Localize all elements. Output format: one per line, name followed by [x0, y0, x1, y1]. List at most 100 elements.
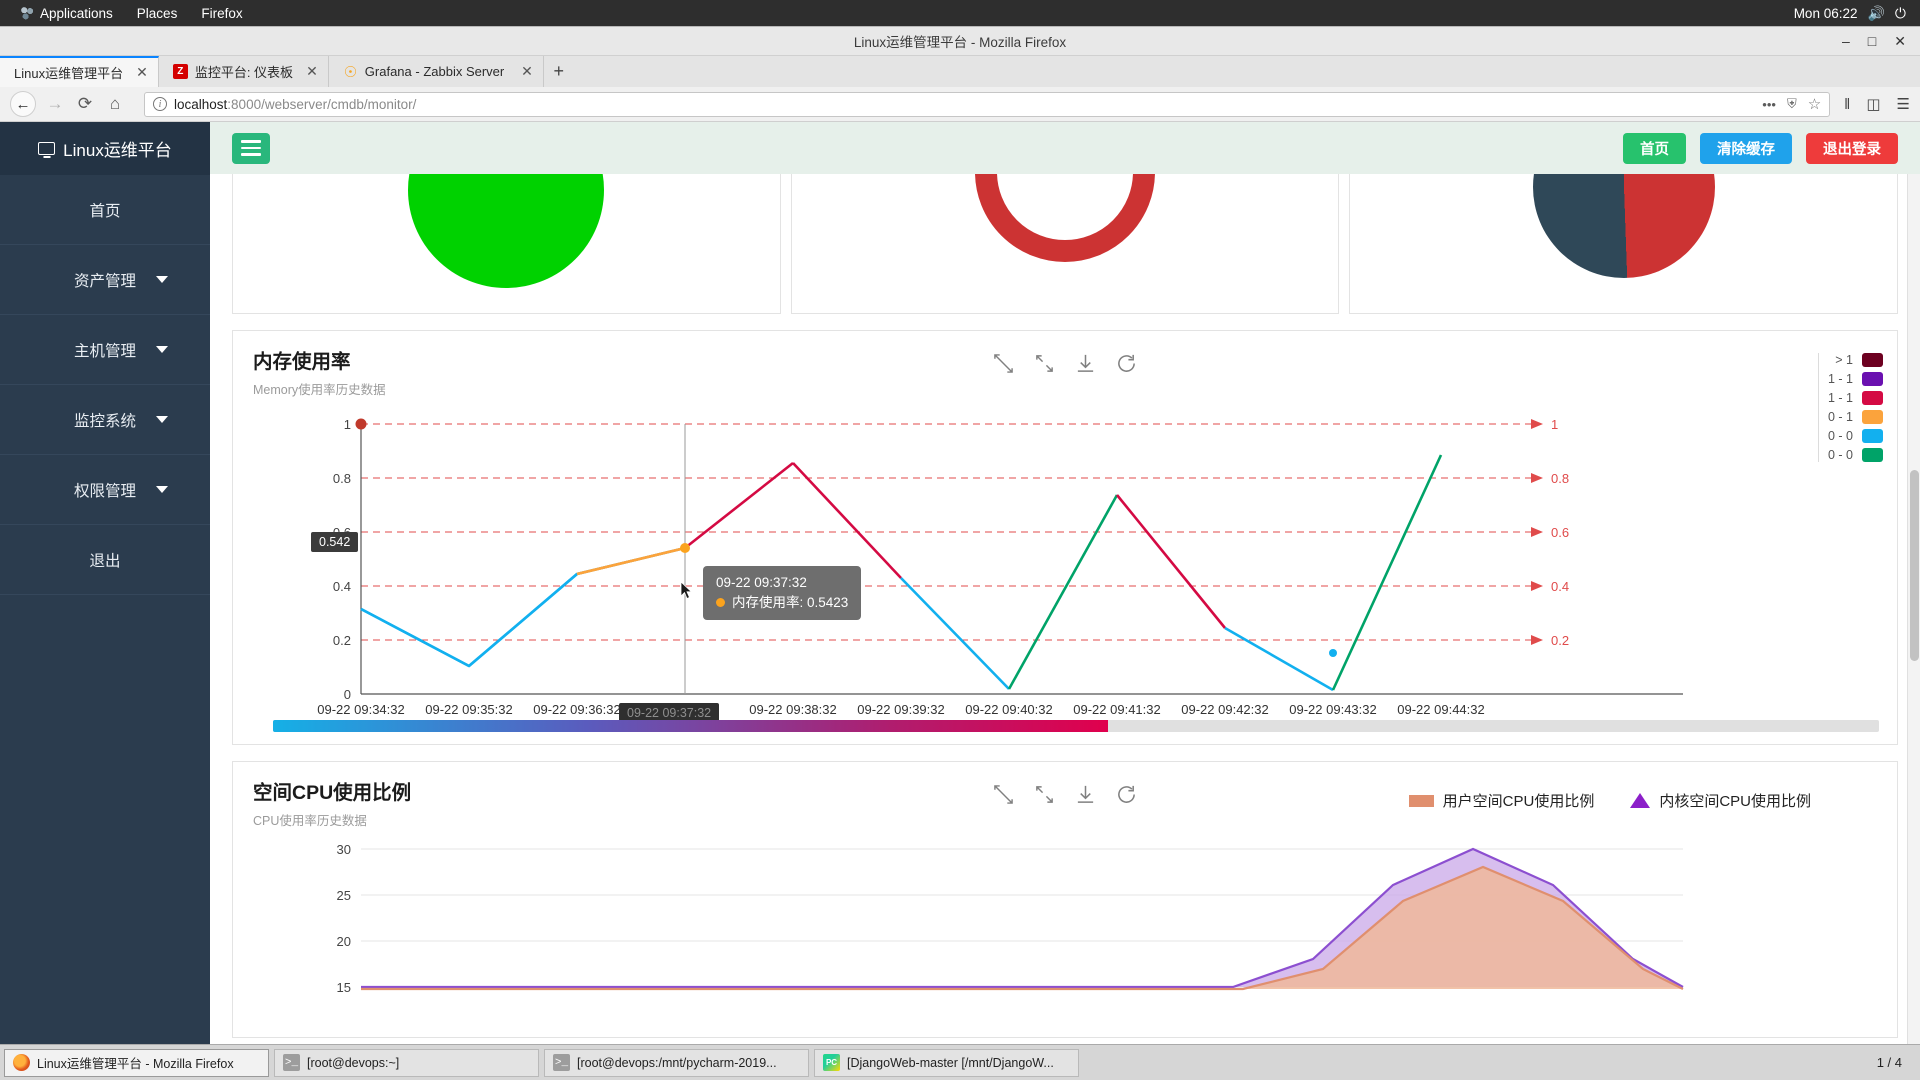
memory-plot[interactable]: 1 0.8 0.6 0.4 0.2 0 1 0	[233, 406, 1897, 723]
chevron-down-icon	[156, 416, 168, 423]
page-scroll-area[interactable]: 磁盘空闲 boot分区空闲 内存使用率 Memory使用率历史数据	[210, 174, 1920, 1044]
cpu-plot[interactable]: 30 25 20 15	[233, 837, 1897, 1037]
app-menu-icon[interactable]: ☰	[1897, 95, 1910, 113]
taskbar-item-terminal-2[interactable]: >_ [root@devops:/mnt/pycharm-2019...	[544, 1048, 809, 1077]
zoom-rect-icon[interactable]	[993, 784, 1014, 805]
download-icon[interactable]	[1075, 784, 1096, 805]
legend-item[interactable]: > 1	[1819, 353, 1883, 367]
memory-usage-chart-card: 内存使用率 Memory使用率历史数据 > 1 1 - 1 1 - 1 0 - …	[232, 330, 1898, 745]
desktop-taskbar: Linux运维管理平台 - Mozilla Firefox >_ [root@d…	[0, 1044, 1920, 1080]
sidebar-item-asset-management[interactable]: 资产管理	[0, 245, 210, 315]
tooltip-time: 09-22 09:37:32	[716, 575, 807, 590]
clear-cache-button[interactable]: 清除缓存	[1700, 132, 1792, 164]
applications-menu[interactable]: Applications	[8, 0, 125, 26]
menu-toggle-button[interactable]	[232, 132, 270, 164]
tab-linux-platform[interactable]: Linux运维管理平台 ✕	[0, 56, 159, 87]
shield-icon[interactable]: ⛨	[1787, 96, 1797, 112]
gauge-card-row	[232, 174, 1899, 314]
zabbix-favicon-icon: Z	[172, 64, 188, 79]
tab-close-icon[interactable]: ✕	[306, 63, 318, 80]
zoom-rect-icon[interactable]	[993, 353, 1014, 374]
tab-label: Linux运维管理平台	[14, 66, 124, 81]
legend-item[interactable]: 1 - 1	[1819, 391, 1883, 405]
logout-button[interactable]: 退出登录	[1806, 132, 1898, 164]
tab-close-icon[interactable]: ✕	[136, 64, 148, 81]
sidebar-item-home[interactable]: 首页	[0, 175, 210, 245]
clock[interactable]: Mon 06:22	[1794, 6, 1858, 21]
sidebar-item-monitoring-system[interactable]: 监控系统	[0, 385, 210, 455]
svg-text:09-22 09:43:32: 09-22 09:43:32	[1289, 702, 1376, 717]
back-button[interactable]: ←	[10, 91, 36, 117]
dashboard-content: 磁盘空闲 boot分区空闲 内存使用率 Memory使用率历史数据	[210, 174, 1920, 1044]
chart-datazoom-slider[interactable]	[273, 720, 1879, 732]
legend-triangle-icon	[1630, 793, 1651, 808]
web-page: Linux运维平台 首页 资产管理 主机管理 监控系统 权限管理 退出 首页 清…	[0, 122, 1920, 1044]
sidebar-item-permission-management[interactable]: 权限管理	[0, 455, 210, 525]
address-bar-actions: ••• ⛨ ☆	[1762, 95, 1821, 113]
firefox-menu[interactable]: Firefox	[189, 0, 254, 26]
workspace-indicator[interactable]: 1 / 4	[1877, 1055, 1916, 1070]
home-button[interactable]: 首页	[1623, 132, 1686, 164]
address-bar[interactable]: i localhost:8000/webserver/cmdb/monitor/…	[144, 91, 1831, 117]
taskbar-item-label: [root@devops:/mnt/pycharm-2019...	[577, 1055, 777, 1070]
svg-text:0.8: 0.8	[333, 471, 351, 486]
grafana-favicon-icon: ☉	[343, 63, 358, 81]
bookmark-star-icon[interactable]: ☆	[1808, 95, 1821, 113]
legend-label: 内核空间CPU使用比例	[1659, 793, 1811, 810]
download-icon[interactable]	[1075, 353, 1096, 374]
sidebar-icon[interactable]: ◫	[1866, 95, 1880, 113]
restore-icon[interactable]	[1034, 784, 1055, 805]
legend-label: 1 - 1	[1827, 372, 1853, 386]
tab-zabbix-dashboard[interactable]: Z 监控平台: 仪表板 ✕	[158, 56, 329, 87]
minimize-button[interactable]: –	[1842, 33, 1850, 50]
legend-item-user-cpu[interactable]: 用户空间CPU使用比例	[1408, 790, 1594, 811]
legend-item[interactable]: 1 - 1	[1819, 372, 1883, 386]
svg-text:1: 1	[344, 417, 351, 432]
taskbar-item-terminal-1[interactable]: >_ [root@devops:~]	[274, 1048, 539, 1077]
sidebar-item-label: 监控系统	[73, 412, 136, 430]
window-title: Linux运维管理平台 - Mozilla Firefox	[853, 35, 1067, 50]
maximize-button[interactable]: □	[1868, 33, 1876, 50]
taskbar-item-pycharm[interactable]: PC [DjangoWeb-master [/mnt/DjangoW...	[814, 1048, 1079, 1077]
restore-icon[interactable]	[1034, 353, 1055, 374]
page-scrollbar[interactable]	[1907, 174, 1920, 1044]
sidebar-item-logout[interactable]: 退出	[0, 525, 210, 595]
taskbar-item-firefox[interactable]: Linux运维管理平台 - Mozilla Firefox	[4, 1048, 269, 1077]
library-icon[interactable]: ‖	[1844, 96, 1850, 113]
refresh-icon[interactable]	[1116, 784, 1137, 805]
url-path: :8000/webserver/cmdb/monitor/	[227, 96, 417, 112]
tab-grafana[interactable]: ☉ Grafana - Zabbix Server D ✕	[328, 56, 544, 87]
home-button[interactable]: ⌂	[100, 89, 130, 119]
refresh-icon[interactable]	[1116, 353, 1137, 374]
sidebar-item-label: 首页	[89, 202, 121, 220]
legend-swatch	[1862, 353, 1883, 367]
memory-line-svg: 1 0.8 0.6 0.4 0.2 0 1 0	[317, 417, 1683, 717]
power-icon[interactable]: ⏻	[1895, 5, 1906, 22]
tab-close-icon[interactable]: ✕	[521, 63, 533, 80]
forward-button[interactable]: →	[40, 89, 70, 119]
app-brand[interactable]: Linux运维平台	[0, 122, 210, 175]
legend-item-kernel-cpu[interactable]: 内核空间CPU使用比例	[1630, 790, 1811, 811]
close-button[interactable]: ✕	[1894, 33, 1906, 50]
sidebar-item-label: 权限管理	[73, 482, 136, 500]
datazoom-range-fill[interactable]	[273, 720, 1109, 732]
app-sidebar: Linux运维平台 首页 资产管理 主机管理 监控系统 权限管理 退出	[0, 122, 210, 1044]
panel-status-area: Mon 06:22 🔊 ⏻	[1794, 5, 1912, 22]
new-tab-button[interactable]: +	[544, 56, 574, 87]
cpu-usage-chart-card: 空间CPU使用比例 CPU使用率历史数据 用户空间CPU使用比例 内核空间CPU…	[232, 761, 1898, 1038]
legend-label: > 1	[1835, 353, 1853, 367]
legend-label: 1 - 1	[1827, 391, 1853, 405]
reload-button[interactable]: ⟳	[70, 89, 100, 119]
page-actions-icon[interactable]: •••	[1762, 97, 1776, 112]
main-area: 首页 清除缓存 退出登录 内存使用率 Memory使用率历史数据 > 1 1 -…	[210, 122, 1920, 1044]
scrollbar-thumb[interactable]	[1910, 469, 1919, 662]
places-menu[interactable]: Places	[125, 0, 190, 26]
speaker-icon[interactable]: 🔊	[1867, 5, 1884, 22]
boot-pie-chart	[1532, 174, 1715, 278]
svg-text:09-22 09:44:32: 09-22 09:44:32	[1397, 702, 1484, 717]
sidebar-item-host-management[interactable]: 主机管理	[0, 315, 210, 385]
svg-text:0.6: 0.6	[1551, 525, 1569, 540]
svg-text:0: 0	[344, 687, 351, 702]
svg-text:09-22 09:38:32: 09-22 09:38:32	[749, 702, 836, 717]
page-info-icon[interactable]: i	[153, 97, 167, 111]
